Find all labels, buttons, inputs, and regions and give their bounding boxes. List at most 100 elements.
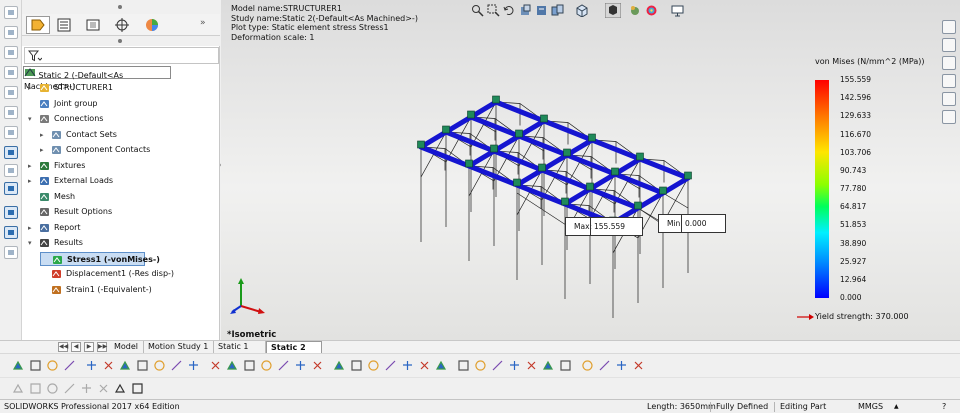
toolbar-tool-icon[interactable] <box>491 359 504 372</box>
strip-tool-icon-1[interactable] <box>4 6 18 19</box>
study-root-item[interactable]: Static 2 (-Default<As Machined>-) <box>23 66 171 91</box>
expand-arrow-icon[interactable]: ▾ <box>28 236 36 250</box>
toolbar-tool-icon[interactable] <box>333 359 346 372</box>
units-selector[interactable]: MMGS <box>858 400 883 413</box>
strip-tool-icon-6[interactable] <box>4 106 18 119</box>
tree-item[interactable]: ▸ Fixtures <box>28 159 202 173</box>
tree-item[interactable]: Result Options <box>28 205 202 219</box>
toolbar-tool-icon[interactable] <box>435 359 448 372</box>
max-probe-label[interactable]: Max: 155.559 <box>565 217 643 236</box>
tab-property-manager[interactable] <box>52 16 76 34</box>
toolbar-tool-icon[interactable] <box>29 382 42 395</box>
first-tab-button[interactable]: ◀◀ <box>58 342 68 352</box>
toolbar-tool-icon[interactable] <box>29 359 42 372</box>
toolbar-tool-icon[interactable] <box>136 359 149 372</box>
toolbar-tool-icon[interactable] <box>559 359 572 372</box>
toolbar-tool-icon[interactable] <box>615 359 628 372</box>
toolbar-tool-icon[interactable] <box>12 359 25 372</box>
toolbar-tool-icon[interactable] <box>63 359 76 372</box>
tree-item[interactable]: ▸ Report <box>28 221 202 235</box>
toolbar-tool-icon[interactable] <box>311 359 324 372</box>
strip-tool-icon-7[interactable] <box>4 126 18 139</box>
more-tabs-icon[interactable]: » <box>200 18 206 28</box>
tree-item[interactable]: ▾ Connections <box>28 112 202 126</box>
tree-item[interactable]: Displacement1 (-Res disp-) <box>40 267 202 281</box>
units-dropdown-icon[interactable]: ▲ <box>894 400 899 413</box>
toolbar-tool-icon[interactable] <box>542 359 555 372</box>
split-handle-dot[interactable] <box>118 39 122 43</box>
toolbar-tool-icon[interactable] <box>632 359 645 372</box>
tree-item[interactable]: ▸ External Loads <box>28 174 202 188</box>
panel-top-handle[interactable] <box>22 0 220 14</box>
next-tab-button[interactable]: ▶ <box>84 342 94 352</box>
toolbar-tool-icon[interactable] <box>119 359 132 372</box>
tab-display-manager[interactable] <box>140 16 164 34</box>
tab-configuration-manager[interactable] <box>82 16 106 34</box>
tree-item[interactable]: Strain1 (-Equivalent-) <box>40 283 202 297</box>
toolbar-tool-icon[interactable] <box>581 359 594 372</box>
expand-arrow-icon[interactable]: ▸ <box>28 81 36 95</box>
toolbar-tool-icon[interactable] <box>418 359 431 372</box>
toolbar-tool-icon[interactable] <box>243 359 256 372</box>
toolbar-tool-icon[interactable] <box>277 359 290 372</box>
toolbar-tool-icon[interactable] <box>260 359 273 372</box>
expand-arrow-icon[interactable]: ▸ <box>28 159 36 173</box>
tree-filter-input[interactable] <box>24 47 219 64</box>
toolbar-tool-icon[interactable] <box>209 359 222 372</box>
results-advisor-icon[interactable] <box>4 206 18 219</box>
strip-tool-icon-13[interactable] <box>4 246 18 259</box>
toolbar-tool-icon[interactable] <box>85 359 98 372</box>
simulation-advisor-icon[interactable] <box>4 146 18 159</box>
toolbar-tool-icon[interactable] <box>598 359 611 372</box>
toolbar-tool-icon[interactable] <box>12 382 25 395</box>
panel-split-handle[interactable] <box>22 36 220 46</box>
last-tab-button[interactable]: ▶▶ <box>97 342 107 352</box>
compare-results-icon[interactable] <box>4 226 18 239</box>
tab-feature-manager[interactable] <box>26 16 50 34</box>
toolbar-tool-icon[interactable] <box>46 382 59 395</box>
toolbar-tool-icon[interactable] <box>226 359 239 372</box>
toolbar-tool-icon[interactable] <box>114 382 127 395</box>
strip-tool-icon-3[interactable] <box>4 46 18 59</box>
expand-arrow-icon[interactable]: ▸ <box>28 174 36 188</box>
min-probe-label[interactable]: Min: 0.000 <box>658 214 726 233</box>
strip-tool-icon-9[interactable] <box>4 164 18 177</box>
expand-arrow-icon[interactable]: ▸ <box>40 143 48 157</box>
tree-item[interactable]: Mesh <box>28 190 202 204</box>
tree-item[interactable]: Joint group <box>28 97 202 111</box>
expand-arrow-icon[interactable]: ▸ <box>40 128 48 142</box>
toolbar-tool-icon[interactable] <box>367 359 380 372</box>
expand-arrow-icon[interactable]: ▾ <box>28 112 36 126</box>
toolbar-tool-icon[interactable] <box>97 382 110 395</box>
strip-tool-icon-5[interactable] <box>4 86 18 99</box>
tree-item[interactable]: Stress1 (-vonMises-) <box>40 251 160 266</box>
toolbar-tool-icon[interactable] <box>102 359 115 372</box>
toolbar-tool-icon[interactable] <box>131 382 144 395</box>
options-icon[interactable]: ? <box>942 400 946 413</box>
toolbar-tool-icon[interactable] <box>46 359 59 372</box>
toolbar-tool-icon[interactable] <box>153 359 166 372</box>
toolbar-tool-icon[interactable] <box>294 359 307 372</box>
tree-item[interactable]: ▸ Component Contacts <box>40 143 202 157</box>
strip-tool-icon-2[interactable] <box>4 26 18 39</box>
tree-item[interactable]: ▾ Results <box>28 236 202 250</box>
toolbar-tool-icon[interactable] <box>80 382 93 395</box>
expand-arrow-icon[interactable]: ▸ <box>28 221 36 235</box>
toolbar-tool-icon[interactable] <box>170 359 183 372</box>
toolbar-tool-icon[interactable] <box>401 359 414 372</box>
run-study-icon[interactable] <box>4 182 18 195</box>
tree-item[interactable]: ▸ STRUCTURER1 <box>28 81 202 95</box>
collapse-handle-dot[interactable] <box>118 5 122 9</box>
toolbar-tool-icon[interactable] <box>350 359 363 372</box>
toolbar-tool-icon[interactable] <box>187 359 200 372</box>
toolbar-tool-icon[interactable] <box>457 359 470 372</box>
toolbar-tool-icon[interactable] <box>474 359 487 372</box>
toolbar-tool-icon[interactable] <box>508 359 521 372</box>
toolbar-tool-icon[interactable] <box>384 359 397 372</box>
strip-tool-icon-4[interactable] <box>4 66 18 79</box>
prev-tab-button[interactable]: ◀ <box>71 342 81 352</box>
toolbar-tool-icon[interactable] <box>63 382 76 395</box>
graphics-area[interactable]: Model name:STRUCTURER1 Study name:Static… <box>221 0 960 340</box>
toolbar-tool-icon[interactable] <box>525 359 538 372</box>
tree-item[interactable]: ▸ Contact Sets <box>40 128 202 142</box>
